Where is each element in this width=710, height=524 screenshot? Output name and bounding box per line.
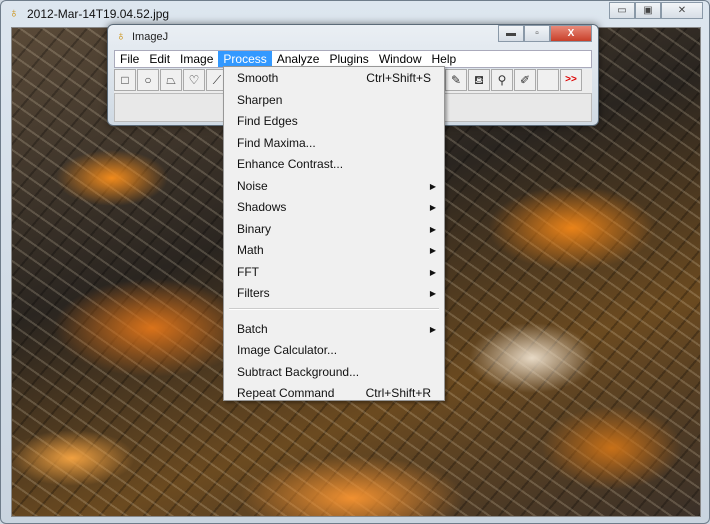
submenu-arrow-icon: ▶ [429,267,436,277]
menu-help[interactable]: Help [427,51,462,67]
empty-tool[interactable] [537,69,559,91]
pencil-tool[interactable]: ✎ [445,69,467,91]
menu-item-noise[interactable]: Noise ▶ [224,176,444,197]
menu-item-label: Image Calculator... [237,343,338,357]
flood-fill-tool[interactable]: ⛾ [468,69,490,91]
menu-item-sharpen[interactable]: Sharpen [224,90,444,111]
imagej-close-button[interactable]: X [550,25,592,42]
menu-item-smooth[interactable]: Smooth Ctrl+Shift+S [224,68,444,89]
submenu-arrow-icon: ▶ [429,181,436,191]
menu-item-label: Repeat Command [237,386,335,400]
freehand-tool[interactable]: ♡ [183,69,205,91]
menu-file[interactable]: File [115,51,144,67]
oval-tool[interactable]: ○ [137,69,159,91]
maximize-button[interactable]: ▣ [635,2,661,19]
menu-item-repeat-command[interactable]: Repeat Command Ctrl+Shift+R [224,383,444,404]
menu-item-shortcut: Ctrl+Shift+S [366,71,431,85]
menu-item-label: Find Edges [237,114,298,128]
menu-item-label: Sharpen [237,92,283,107]
submenu-arrow-icon: ▶ [429,324,436,334]
menu-item-label: Smooth [237,71,279,85]
menu-item-enhance-contrast[interactable]: Enhance Contrast... [224,154,444,175]
menu-item-label: Noise [237,178,268,193]
imagej-minimize-button[interactable]: ▬ [498,25,524,42]
menu-item-image-calculator[interactable]: Image Calculator... [224,340,444,361]
menu-edit[interactable]: Edit [144,51,175,67]
menu-item-batch[interactable]: Batch ▶ [224,319,444,340]
minimize-button[interactable]: ▭ [609,2,635,19]
submenu-arrow-icon: ▶ [429,203,436,212]
menu-separator [229,308,439,310]
menu-plugins[interactable]: Plugins [324,51,373,67]
menu-item-label: Binary [237,221,272,236]
menu-item-shadows[interactable]: Shadows ▶ [224,197,444,218]
menu-item-math[interactable]: Math ▶ [224,240,444,261]
menu-item-shortcut: Ctrl+Shift+R [365,386,431,400]
menu-item-subtract-background[interactable]: Subtract Background... [224,362,444,383]
brush-tool[interactable]: ✐ [514,69,536,91]
process-menu-dropdown: Smooth Ctrl+Shift+S Sharpen Find Edges Find … [223,66,445,401]
menu-window[interactable]: Window [374,51,427,67]
menu-item-label: Enhance Contrast... [237,157,344,171]
menu-item-fft[interactable]: FFT ▶ [224,262,444,283]
submenu-arrow-icon: ▶ [429,224,436,234]
menu-item-label: Math [237,243,264,257]
menu-item-label: Filters [237,286,270,300]
menu-item-label: Subtract Background... [237,364,360,379]
menu-item-find-maxima[interactable]: Find Maxima... [224,133,444,154]
window-title: 2012-Mar-14T19.04.52.jpg [27,7,170,21]
menu-analyze[interactable]: Analyze [272,51,325,67]
color-picker-tool[interactable]: ⚲ [491,69,513,91]
menu-item-label: FFT [237,264,259,279]
close-button[interactable]: ✕ [661,2,703,19]
submenu-arrow-icon: ▶ [429,289,436,298]
polygon-tool[interactable]: ⏢ [160,69,182,91]
menu-item-binary[interactable]: Binary ▶ [224,219,444,240]
menu-item-label: Shadows [237,200,287,214]
imagej-title: ImageJ [132,31,169,43]
submenu-arrow-icon: ▶ [429,246,436,255]
menu-item-filters[interactable]: Filters ▶ [224,283,444,304]
imagej-microscope-icon: ♁ [9,5,19,20]
menu-process[interactable]: Process [218,51,272,67]
menu-image[interactable]: Image [175,51,218,67]
imagej-maximize-button[interactable]: ▫ [524,25,550,42]
menu-item-find-edges[interactable]: Find Edges [224,111,444,132]
menu-item-label: Find Maxima... [237,135,316,150]
more-tools[interactable]: >> [560,69,582,91]
rectangle-tool[interactable]: □ [114,69,136,91]
imagej-microscope-icon: ♁ [116,28,126,43]
menu-item-label: Batch [237,321,268,336]
